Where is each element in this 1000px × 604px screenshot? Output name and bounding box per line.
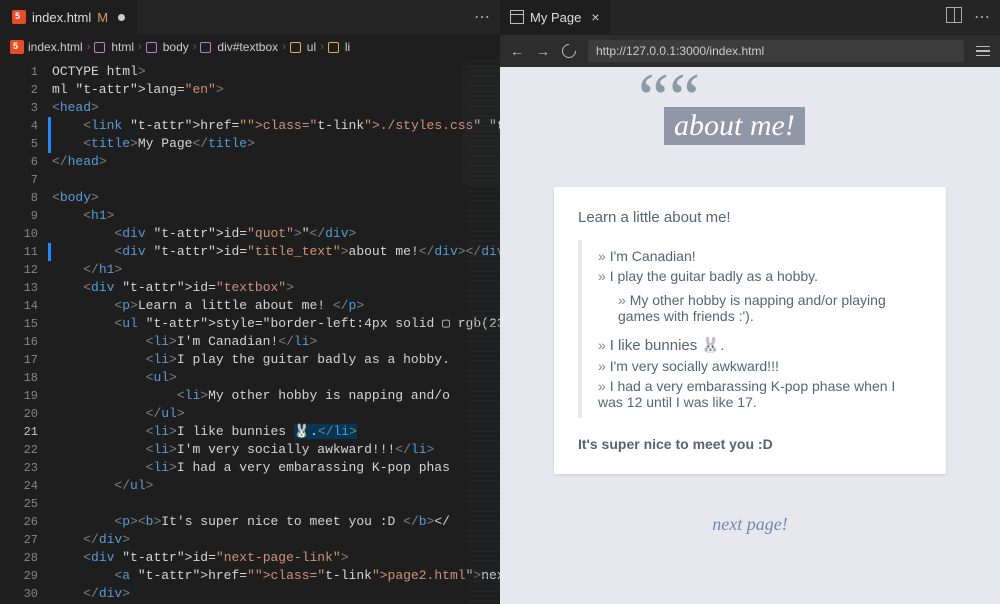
list-item: I play the guitar badly as a hobby. My o… (598, 268, 922, 332)
list-item: I had a very embarassing K-pop phase whe… (598, 378, 922, 410)
back-button[interactable]: ← (510, 43, 524, 59)
list-item: I like bunnies 🐰. (598, 336, 922, 354)
symbol-icon (94, 42, 105, 53)
list-item: My other hobby is napping and/or playing… (618, 292, 922, 324)
preview-tab-title: My Page (530, 10, 581, 25)
chevron-right-icon: › (282, 41, 286, 53)
preview-tabbar: My Page × ⋯ (500, 0, 1000, 35)
next-page-link[interactable]: next page! (712, 514, 787, 534)
breadcrumb-part[interactable]: li (345, 40, 350, 54)
browser-viewport[interactable]: ““ about me! Learn a little about me! I'… (500, 67, 1000, 604)
card-intro: Learn a little about me! (578, 209, 922, 226)
chevron-right-icon: › (138, 41, 142, 53)
more-actions-icon[interactable]: ⋯ (974, 7, 990, 27)
html-file-icon (10, 40, 24, 54)
symbol-icon (200, 42, 211, 53)
line-number-gutter[interactable]: 1234567891011121314151617181920212223242… (0, 59, 48, 604)
tab-index-html[interactable]: index.html M (0, 0, 138, 34)
preview-icon (510, 10, 524, 24)
breadcrumb-part[interactable]: ul (307, 40, 316, 54)
about-card: Learn a little about me! I'm Canadian! I… (554, 187, 946, 474)
forward-button[interactable]: → (536, 43, 550, 59)
chevron-right-icon: › (193, 41, 197, 53)
breadcrumb-part[interactable]: html (111, 40, 134, 54)
reload-button[interactable] (559, 41, 579, 61)
editor-more-actions[interactable]: ⋯ (464, 7, 500, 27)
url-input[interactable]: http://127.0.0.1:3000/index.html (588, 40, 964, 62)
card-footer: It's super nice to meet you :D (578, 436, 922, 452)
tab-filename: index.html (32, 10, 91, 25)
chevron-right-icon: › (320, 41, 324, 53)
list-item: I'm Canadian! (598, 248, 922, 264)
breadcrumb-file[interactable]: index.html (28, 40, 83, 54)
editor-tabbar: index.html M ⋯ (0, 0, 500, 35)
tab-dirty-marker: M (97, 10, 108, 25)
breadcrumb-part[interactable]: body (163, 40, 189, 54)
tab-close-dot[interactable] (118, 14, 125, 21)
close-icon[interactable]: × (591, 9, 599, 25)
symbol-icon (290, 42, 301, 53)
hamburger-menu-icon[interactable] (976, 46, 990, 57)
tab-mypage[interactable]: My Page × (500, 0, 611, 34)
symbol-icon (146, 42, 157, 53)
browser-toolbar: ← → http://127.0.0.1:3000/index.html (500, 35, 1000, 67)
page-title: about me! (664, 107, 805, 145)
code-editor[interactable]: 1234567891011121314151617181920212223242… (0, 59, 500, 604)
breadcrumb-part[interactable]: div#textbox (217, 40, 278, 54)
next-page-link-wrap: next page! (528, 514, 972, 535)
about-list: I'm Canadian! I play the guitar badly as… (578, 240, 922, 418)
breadcrumb[interactable]: index.html › html › body › div#textbox ›… (0, 35, 500, 59)
url-text: http://127.0.0.1:3000/index.html (596, 44, 764, 58)
list-item: I'm very socially awkward!!! (598, 358, 922, 374)
split-editor-icon[interactable] (946, 7, 962, 23)
html-file-icon (12, 10, 26, 24)
minimap[interactable] (462, 59, 500, 604)
chevron-right-icon: › (87, 41, 91, 53)
symbol-icon (328, 42, 339, 53)
